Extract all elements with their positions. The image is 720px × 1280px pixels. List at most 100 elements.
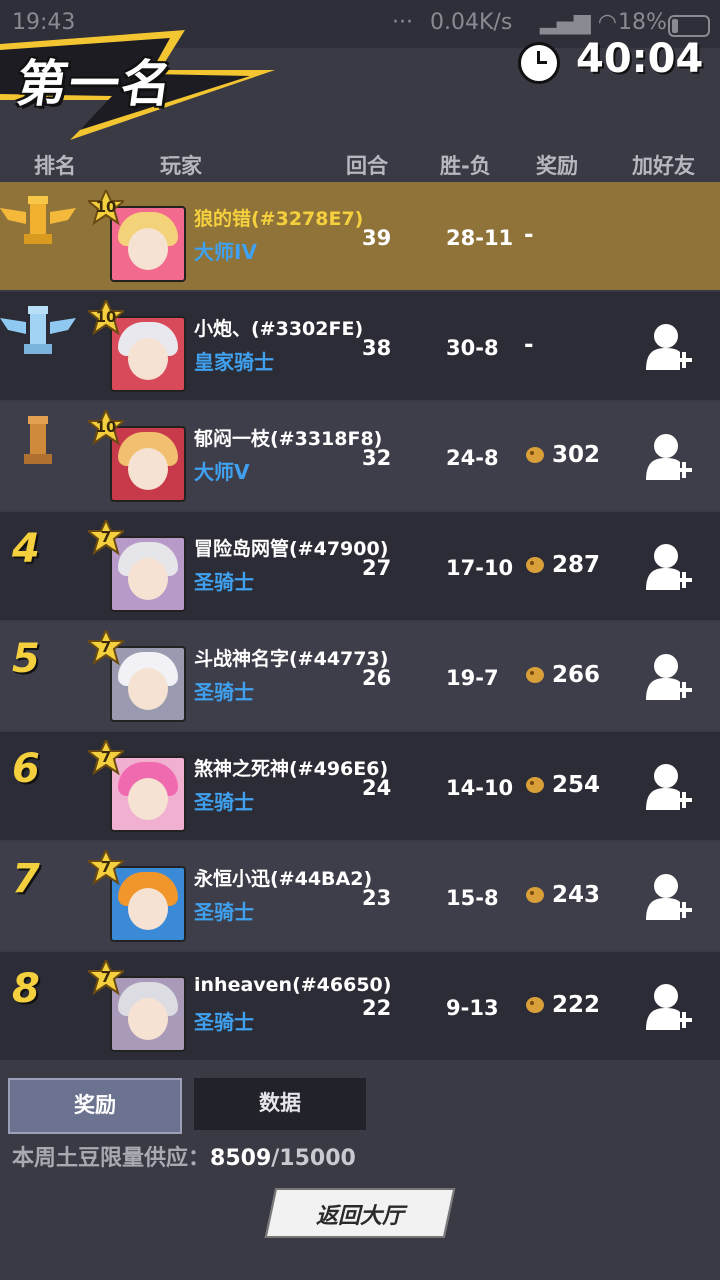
rounds-value: 39 — [362, 226, 392, 250]
player-title: 圣骑士 — [194, 680, 254, 704]
header-player: 玩家 — [160, 154, 202, 178]
player-name: 煞神之死神(#496E6) — [194, 758, 389, 780]
level-badge: 7 — [88, 520, 124, 556]
leaderboard-row[interactable]: 10 狼的错(#3278E7) 大师IV 39 28-11 - — [0, 182, 720, 290]
potato-icon — [526, 667, 544, 683]
rank-number: 8 — [12, 966, 40, 1012]
bronze-trophy-icon — [24, 416, 52, 464]
leaderboard-row[interactable]: 10 郁闷一枝(#3318F8) 大师V 32 24-8 302 — [0, 402, 720, 510]
potato-icon — [526, 997, 544, 1013]
player-name: 永恒小迅(#44BA2) — [194, 868, 373, 890]
rank-number: 4 — [12, 526, 40, 572]
level-badge: 7 — [88, 960, 124, 996]
rank-number: 6 — [12, 746, 40, 792]
tab-stats[interactable]: 数据 — [194, 1078, 366, 1130]
battery-percent: 18% — [618, 10, 667, 35]
add-friend-icon[interactable] — [646, 542, 694, 592]
rank-number: 7 — [12, 856, 40, 902]
supply-label: 本周土豆限量供应： — [12, 1146, 211, 1171]
potato-icon — [526, 557, 544, 573]
winloss-value: 17-10 — [446, 556, 514, 580]
reward-value: 254 — [524, 772, 600, 802]
winloss-value: 19-7 — [446, 666, 499, 690]
rounds-value: 38 — [362, 336, 392, 360]
header-add-friend: 加好友 — [632, 154, 695, 178]
supply-max: /15000 — [271, 1146, 356, 1171]
winloss-value: 30-8 — [446, 336, 499, 360]
reward-value: 243 — [524, 882, 600, 912]
player-title: 大师IV — [194, 240, 257, 264]
gold-trophy-icon — [0, 196, 76, 244]
reward-value: 222 — [524, 992, 600, 1022]
player-title: 皇家骑士 — [194, 350, 274, 374]
reward-value: 266 — [524, 662, 600, 692]
header-winloss: 胜-负 — [440, 154, 491, 178]
timer-value: 40:04 — [576, 36, 704, 82]
winloss-value: 28-11 — [446, 226, 514, 250]
player-name: 冒险岛网管(#47900) — [194, 538, 389, 560]
add-friend-icon[interactable] — [646, 872, 694, 922]
level-badge: 10 — [88, 190, 124, 226]
winloss-value: 15-8 — [446, 886, 499, 910]
player-title: 大师V — [194, 460, 250, 484]
header-rounds: 回合 — [346, 154, 388, 178]
winloss-value: 9-13 — [446, 996, 499, 1020]
rounds-value: 24 — [362, 776, 392, 800]
leaderboard-row[interactable]: 8 7 inheaven(#46650) 圣骑士 22 9-13 222 — [0, 952, 720, 1060]
supply-current: 8509 — [210, 1146, 272, 1171]
level-badge: 10 — [88, 300, 124, 336]
player-title: 圣骑士 — [194, 570, 254, 594]
player-name: 狼的错(#3278E7) — [194, 208, 364, 230]
leaderboard-row[interactable]: 6 7 煞神之死神(#496E6) 圣骑士 24 14-10 254 — [0, 732, 720, 840]
header-rank: 排名 — [34, 154, 76, 178]
level-badge: 7 — [88, 630, 124, 666]
weekly-supply: 本周土豆限量供应：8509/15000 — [12, 1140, 356, 1172]
bottom-tabs: 奖励 数据 — [0, 1078, 720, 1134]
potato-icon — [526, 887, 544, 903]
tab-rewards[interactable]: 奖励 — [8, 1078, 182, 1134]
leaderboard-row[interactable]: 7 7 永恒小迅(#44BA2) 圣骑士 23 15-8 243 — [0, 842, 720, 950]
potato-icon — [526, 777, 544, 793]
reward-value: 302 — [524, 442, 600, 472]
leaderboard-row[interactable]: 5 7 斗战神名字(#44773) 圣骑士 26 19-7 266 — [0, 622, 720, 730]
add-friend-icon[interactable] — [646, 982, 694, 1032]
add-friend-icon[interactable] — [646, 322, 694, 372]
table-header: 排名 玩家 回合 胜-负 奖励 加好友 — [0, 150, 720, 180]
return-lobby-label: 返回大厅 — [315, 1204, 404, 1229]
header-reward: 奖励 — [536, 154, 578, 178]
reward-value: - — [524, 222, 534, 248]
return-lobby-button[interactable]: 返回大厅 — [264, 1188, 456, 1238]
player-title: 圣骑士 — [194, 900, 254, 924]
leaderboard-row[interactable]: 4 7 冒险岛网管(#47900) 圣骑士 27 17-10 287 — [0, 512, 720, 620]
player-title: 圣骑士 — [194, 1010, 254, 1034]
signal-wifi-icon: ▂▄▆ ◠ — [540, 10, 617, 35]
rank-number: 5 — [12, 636, 40, 682]
player-name: inheaven(#46650) — [194, 974, 392, 996]
rounds-value: 23 — [362, 886, 392, 910]
player-name: 斗战神名字(#44773) — [194, 648, 389, 670]
rounds-value: 27 — [362, 556, 392, 580]
add-friend-icon[interactable] — [646, 762, 694, 812]
rounds-value: 22 — [362, 996, 392, 1020]
player-name: 郁闷一枝(#3318F8) — [194, 428, 383, 450]
winloss-value: 14-10 — [446, 776, 514, 800]
player-name: 小炮、(#3302FE) — [194, 318, 364, 340]
banner-title: 第一名 — [13, 55, 178, 113]
network-speed: 0.04K/s — [430, 10, 513, 35]
leaderboard-row[interactable]: 10 小炮、(#3302FE) 皇家骑士 38 30-8 - — [0, 292, 720, 400]
player-title: 圣骑士 — [194, 790, 254, 814]
reward-value: - — [524, 332, 534, 358]
silver-trophy-icon — [0, 306, 76, 354]
level-badge: 7 — [88, 740, 124, 776]
clock-icon — [518, 42, 560, 84]
winloss-value: 24-8 — [446, 446, 499, 470]
level-badge: 7 — [88, 850, 124, 886]
potato-icon — [526, 447, 544, 463]
level-badge: 10 — [88, 410, 124, 446]
battery-icon — [668, 15, 710, 37]
add-friend-icon[interactable] — [646, 432, 694, 482]
add-friend-icon[interactable] — [646, 652, 694, 702]
status-dots: ··· — [392, 10, 413, 35]
rounds-value: 26 — [362, 666, 392, 690]
reward-value: 287 — [524, 552, 600, 582]
